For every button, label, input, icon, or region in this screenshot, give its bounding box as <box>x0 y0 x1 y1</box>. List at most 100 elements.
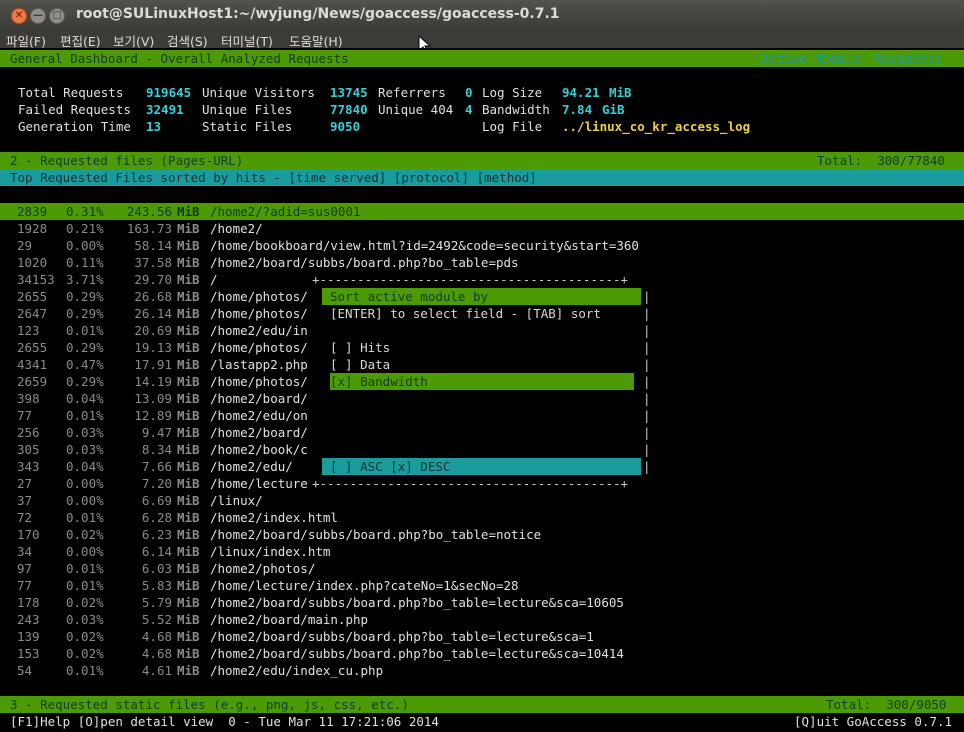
hits-cell: 243 <box>17 612 40 627</box>
table-row[interactable]: 54 0.01% 4.61 MiB/home2/edu/index_cu.php <box>0 662 964 679</box>
unit-cell: MiB <box>177 527 200 542</box>
percent-cell: 0.29% <box>66 374 104 389</box>
footer-help-text: [F1]Help [O]pen detail view 0 - Tue Mar … <box>10 714 439 729</box>
percent-cell: 3.71% <box>66 272 104 287</box>
percent-cell: 0.00% <box>66 493 104 508</box>
bandwidth-cell: 6.14 <box>141 544 172 559</box>
bandwidth-cell: 13.09 <box>134 391 172 406</box>
hits-cell: 1020 <box>17 255 48 270</box>
sort-dialog-border-bottom: +---------------------------------------… <box>312 476 629 491</box>
table-row[interactable]: 2839 0.31% 243.56 MiB/home2/?adid=sus0001 <box>0 203 964 220</box>
bandwidth-cell: 8.34 <box>141 442 172 457</box>
unit-cell: MiB <box>177 323 200 338</box>
bandwidth-cell: 6.69 <box>141 493 172 508</box>
percent-cell: 0.01% <box>66 510 104 525</box>
path-cell: /home2/board/subbs/board.php?bo_table=le… <box>210 629 594 644</box>
module3-title: 3 - Requested static files (e.g., png, j… <box>10 697 409 712</box>
unique-visitors-label: Unique Visitors <box>202 85 315 100</box>
sort-option-bandwidth[interactable]: [x] Bandwidth <box>330 373 670 390</box>
unit-cell: MiB <box>177 306 200 321</box>
unit-cell: MiB <box>177 646 200 661</box>
bandwidth-cell: 9.47 <box>141 425 172 440</box>
path-cell: /home2/board/subbs/board.php?bo_table=no… <box>210 527 542 542</box>
bandwidth-cell: 6.23 <box>141 527 172 542</box>
percent-cell: 0.03% <box>66 442 104 457</box>
minimize-window-button[interactable]: — <box>30 8 46 24</box>
percent-cell: 0.01% <box>66 578 104 593</box>
bandwidth-cell: 7.20 <box>141 476 172 491</box>
table-row[interactable]: 72 0.01% 6.28 MiB/home2/index.html <box>0 509 964 526</box>
path-cell: /home2/photos/ <box>210 561 316 576</box>
hits-cell: 256 <box>17 425 40 440</box>
path-cell: /home2/edu/in <box>210 323 308 338</box>
hits-cell: 2655 <box>17 340 48 355</box>
bandwidth-cell: 5.52 <box>141 612 172 627</box>
percent-cell: 0.01% <box>66 323 104 338</box>
close-window-button[interactable]: ✕ <box>11 8 27 24</box>
table-row[interactable]: 153 0.02% 4.68 MiB/home2/board/subbs/board.… <box>0 645 964 662</box>
table-row[interactable]: 243 0.03% 5.52 MiB/home2/board/main.php <box>0 611 964 628</box>
table-row[interactable]: 139 0.02% 4.68 MiB/home2/board/subbs/board.… <box>0 628 964 645</box>
sort-order-toggle[interactable]: [ ] ASC [x] DESC <box>330 458 670 475</box>
unit-cell: MiB <box>177 629 200 644</box>
path-cell: /home2/board/subbs/board.php?bo_table=le… <box>210 646 624 661</box>
table-row[interactable]: 178 0.02% 5.79 MiB/home2/board/subbs/board.… <box>0 594 964 611</box>
module3-header[interactable]: 3 - Requested static files (e.g., png, j… <box>0 696 964 713</box>
bandwidth-cell: 58.14 <box>134 238 172 253</box>
terminal-area[interactable]: General Dashboard - Overall Analyzed Req… <box>0 48 964 732</box>
sort-option-data[interactable]: [ ] Data <box>330 356 670 373</box>
table-row[interactable]: 170 0.02% 6.23 MiB/home2/board/subbs/board.… <box>0 526 964 543</box>
percent-cell: 0.02% <box>66 646 104 661</box>
table-row[interactable]: 1020 0.11% 37.58 MiB/home2/board/subbs/boar… <box>0 254 964 271</box>
hits-cell: 77 <box>17 578 33 593</box>
module2-subtitle-bar: Top Requested Files sorted by hits - [ti… <box>0 169 964 186</box>
path-cell: /home2/index.html <box>210 510 338 525</box>
table-row[interactable]: 37 0.00% 6.69 MiB/linux/ <box>0 492 964 509</box>
hits-cell: 27 <box>17 476 33 491</box>
hits-cell: 2839 <box>17 204 48 219</box>
active-module-label: [Active Module: Requests] <box>754 51 943 66</box>
bandwidth-cell: 17.91 <box>134 357 172 372</box>
log-file-value: ../linux_co_kr_access_log <box>562 119 751 134</box>
bandwidth-cell: 14.19 <box>134 374 172 389</box>
hits-cell: 29 <box>17 238 33 253</box>
unit-cell: MiB <box>177 357 200 372</box>
bandwidth-cell: 6.03 <box>141 561 172 576</box>
unit-cell: MiB <box>177 391 200 406</box>
sort-dialog-border-top: +---------------------------------------… <box>312 272 629 287</box>
hits-cell: 72 <box>17 510 33 525</box>
unit-cell: MiB <box>177 238 200 253</box>
percent-cell: 0.31% <box>66 204 104 219</box>
percent-cell: 0.29% <box>66 306 104 321</box>
hits-cell: 123 <box>17 323 40 338</box>
path-cell: /home/lecture <box>210 476 308 491</box>
referrers-value: 0 <box>465 85 473 100</box>
unit-cell: MiB <box>177 425 200 440</box>
bandwidth-cell: 26.68 <box>134 289 172 304</box>
bandwidth-cell: 243.56 <box>126 204 172 219</box>
hits-cell: 34153 <box>17 272 55 287</box>
sort-option-hits[interactable]: [ ] Hits <box>330 339 670 356</box>
module2-header[interactable]: 2 - Requested files (Pages-URL) Total: 3… <box>0 152 964 169</box>
sort-dialog-title: Sort active module by <box>330 289 489 304</box>
bandwidth-cell: 37.58 <box>134 255 172 270</box>
failed-requests-label: Failed Requests <box>18 102 131 117</box>
percent-cell: 0.03% <box>66 425 104 440</box>
bandwidth-cell: 5.79 <box>141 595 172 610</box>
path-cell: /home/photos/ <box>210 306 308 321</box>
percent-cell: 0.02% <box>66 629 104 644</box>
percent-cell: 0.29% <box>66 289 104 304</box>
unit-cell: MiB <box>177 578 200 593</box>
maximize-window-button[interactable]: □ <box>49 8 65 24</box>
bandwidth-value: 7.84 <box>562 102 593 117</box>
table-row[interactable]: 1928 0.21% 163.73 MiB/home2/ <box>0 220 964 237</box>
table-row[interactable]: 77 0.01% 5.83 MiB/home/lecture/index.php?ca… <box>0 577 964 594</box>
hits-cell: 153 <box>17 646 40 661</box>
menubar: 파일(F) 편집(E) 보기(V) 검색(S) 터미널(T) 도움말(H) <box>0 30 964 49</box>
table-row[interactable]: 97 0.01% 6.03 MiB/home2/photos/ <box>0 560 964 577</box>
table-row[interactable]: 29 0.00% 58.14 MiB/home/bookboard/view.html… <box>0 237 964 254</box>
unit-cell: MiB <box>177 561 200 576</box>
bandwidth-label: Bandwidth <box>482 102 550 117</box>
table-row[interactable]: 34 0.00% 6.14 MiB/linux/index.htm <box>0 543 964 560</box>
percent-cell: 0.04% <box>66 391 104 406</box>
